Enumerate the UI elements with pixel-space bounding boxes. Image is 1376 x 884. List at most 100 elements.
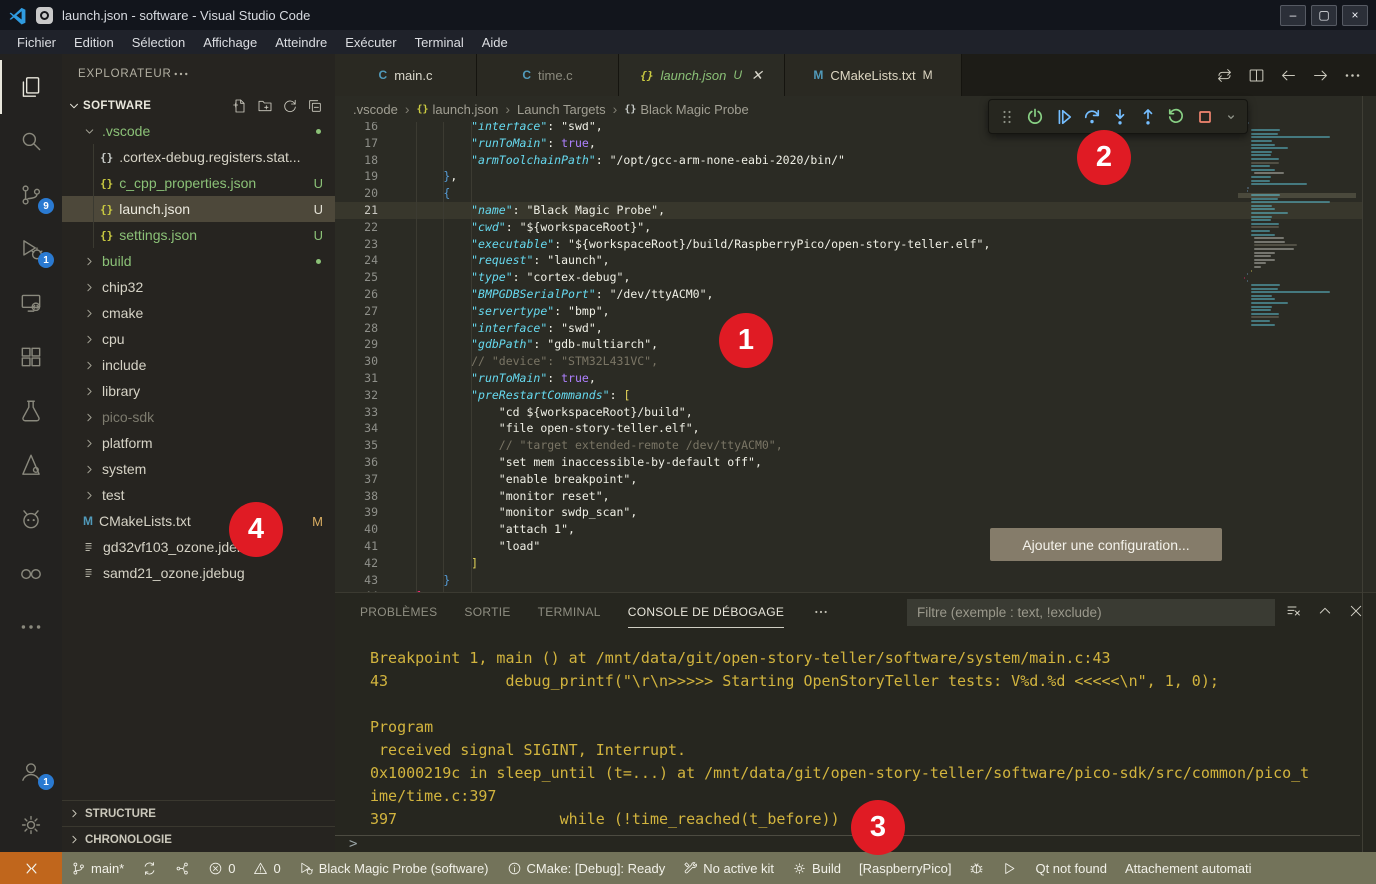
step-into-button[interactable] xyxy=(1110,107,1130,127)
refresh-button[interactable] xyxy=(282,98,298,114)
tab-time.c[interactable]: Ctime.c xyxy=(477,54,619,96)
power-button[interactable] xyxy=(1025,107,1045,127)
maximize-panel-button[interactable] xyxy=(1317,603,1333,619)
menu-terminal[interactable]: Terminal xyxy=(406,33,473,52)
open-changes-button[interactable] xyxy=(1215,66,1234,85)
breadcrumb-item[interactable]: {}launch.json xyxy=(416,102,498,117)
editor[interactable]: 1617181920212223242526272829303132333435… xyxy=(335,122,1376,592)
arrow-right-button[interactable] xyxy=(1311,66,1330,85)
more-button[interactable] xyxy=(1343,66,1362,85)
tree-item-system[interactable]: system xyxy=(62,456,335,482)
tree-item-c-cpp-properties.json[interactable]: {}c_cpp_properties.jsonU xyxy=(62,170,335,196)
maximize-button[interactable]: ▢ xyxy=(1311,5,1337,26)
step-out-button[interactable] xyxy=(1138,107,1158,127)
status-warnings[interactable]: 0 xyxy=(244,852,289,884)
status-sync[interactable] xyxy=(133,852,166,884)
status-auto-attach[interactable]: Attachement automati xyxy=(1116,852,1260,884)
remote-indicator-button[interactable] xyxy=(0,852,62,884)
tree-item-platform[interactable]: platform xyxy=(62,430,335,456)
code-content[interactable]: "interface": "swd", "runToMain": true, "… xyxy=(388,122,990,592)
collapse-all-button[interactable] xyxy=(307,98,323,114)
panel-tab-sortie[interactable]: SORTIE xyxy=(464,605,510,619)
status-qt-status[interactable]: Qt not found xyxy=(1026,852,1116,884)
tree-item-samd21-ozone.jdebug[interactable]: samd21_ozone.jdebug xyxy=(62,560,335,586)
status-scm-graph[interactable] xyxy=(166,852,199,884)
panel-tab-terminal[interactable]: TERMINAL xyxy=(538,605,601,619)
minimap[interactable] xyxy=(1238,122,1356,592)
activity-testing[interactable] xyxy=(0,384,62,438)
activity-source-control[interactable]: 9 xyxy=(0,168,62,222)
breadcrumb-item[interactable]: .vscode xyxy=(353,102,398,117)
menu-exécuter[interactable]: Exécuter xyxy=(336,33,405,52)
menu-edition[interactable]: Edition xyxy=(65,33,123,52)
tab-launch.json[interactable]: {}launch.jsonU✕ xyxy=(619,54,785,96)
tree-item-cmake[interactable]: cmake xyxy=(62,300,335,326)
activity-more-views[interactable] xyxy=(0,600,62,654)
panel-more-button[interactable] xyxy=(813,604,829,620)
menu-sélection[interactable]: Sélection xyxy=(123,33,194,52)
panel-tab-probl-mes[interactable]: PROBLÈMES xyxy=(360,605,437,619)
tree-item-.cortex-debug.registers.stat...[interactable]: {}.cortex-debug.registers.stat... xyxy=(62,144,335,170)
sidebar-more-actions[interactable] xyxy=(172,65,190,83)
activity-explorer[interactable] xyxy=(0,60,62,114)
close-button[interactable]: × xyxy=(1342,5,1368,26)
toolbar-menu-button[interactable] xyxy=(1223,109,1239,125)
breadcrumb-item[interactable]: Launch Targets xyxy=(517,102,606,117)
section-chronologie[interactable]: CHRONOLOGIE xyxy=(62,826,335,852)
activity-cmake[interactable] xyxy=(0,438,62,492)
close-icon[interactable]: ✕ xyxy=(751,67,763,84)
tree-item-cpu[interactable]: cpu xyxy=(62,326,335,352)
status-build[interactable]: Build xyxy=(783,852,850,884)
tree-item-settings.json[interactable]: {}settings.jsonU xyxy=(62,222,335,248)
status-git-branch[interactable]: main* xyxy=(62,852,133,884)
menu-atteindre[interactable]: Atteindre xyxy=(266,33,336,52)
tree-item-library[interactable]: library xyxy=(62,378,335,404)
menu-fichier[interactable]: Fichier xyxy=(8,33,65,52)
status-build-variant[interactable]: [RaspberryPico] xyxy=(850,852,960,884)
activity-extensions[interactable] xyxy=(0,330,62,384)
activity-run-debug[interactable]: 1 xyxy=(0,222,62,276)
menu-aide[interactable]: Aide xyxy=(473,33,517,52)
section-structure[interactable]: STRUCTURE xyxy=(62,800,335,826)
debug-console-input[interactable]: > xyxy=(335,835,1360,852)
status-cmake-status[interactable]: CMake: [Debug]: Ready xyxy=(498,852,675,884)
tree-item-cmakelists.txt[interactable]: MCMakeLists.txtM xyxy=(62,508,335,534)
drag-handle-button[interactable] xyxy=(997,107,1017,127)
tab-main.c[interactable]: Cmain.c xyxy=(335,54,477,96)
breadcrumb-item[interactable]: {}Black Magic Probe xyxy=(624,102,748,117)
minimize-button[interactable]: – xyxy=(1280,5,1306,26)
panel-tab-console-de-d-bogage[interactable]: CONSOLE DE DÉBOGAGE xyxy=(628,605,784,628)
arrow-left-button[interactable] xyxy=(1279,66,1298,85)
tree-item-include[interactable]: include xyxy=(62,352,335,378)
status-active-kit[interactable]: No active kit xyxy=(674,852,783,884)
activity-debug-robot[interactable] xyxy=(0,492,62,546)
add-configuration-button[interactable]: Ajouter une configuration... xyxy=(990,528,1222,561)
step-over-button[interactable] xyxy=(1082,107,1102,127)
tree-item-.vscode[interactable]: .vscode xyxy=(62,118,335,144)
tree-item-test[interactable]: test xyxy=(62,482,335,508)
activity-settings[interactable] xyxy=(0,798,62,852)
clear-output-button[interactable] xyxy=(1286,603,1302,619)
tree-item-gd32vf103-ozone.jdebug[interactable]: gd32vf103_ozone.jdebug xyxy=(62,534,335,560)
tab-cmakelists.txt[interactable]: MCMakeLists.txtM xyxy=(785,54,962,96)
tree-item-launch.json[interactable]: {}launch.jsonU xyxy=(62,196,335,222)
status-debug-target[interactable]: Black Magic Probe (software) xyxy=(290,852,498,884)
status-debug-bug[interactable] xyxy=(960,852,993,884)
new-folder-button[interactable] xyxy=(257,98,273,114)
activity-accounts[interactable]: 1 xyxy=(0,744,62,798)
console-filter-input[interactable] xyxy=(907,599,1275,626)
stop-button[interactable] xyxy=(1195,107,1215,127)
status-launch[interactable] xyxy=(993,852,1026,884)
tree-item-pico-sdk[interactable]: pico-sdk xyxy=(62,404,335,430)
activity-remote-explorer[interactable] xyxy=(0,276,62,330)
activity-peripheral[interactable] xyxy=(0,546,62,600)
activity-search[interactable] xyxy=(0,114,62,168)
restart-button[interactable] xyxy=(1166,107,1186,127)
split-editor-button[interactable] xyxy=(1247,66,1266,85)
project-section-header[interactable]: SOFTWARE xyxy=(62,94,335,118)
new-file-button[interactable] xyxy=(232,98,248,114)
status-errors[interactable]: 0 xyxy=(199,852,244,884)
continue-button[interactable] xyxy=(1054,107,1074,127)
editor-scrollbar[interactable] xyxy=(1362,96,1363,852)
tree-item-build[interactable]: build xyxy=(62,248,335,274)
